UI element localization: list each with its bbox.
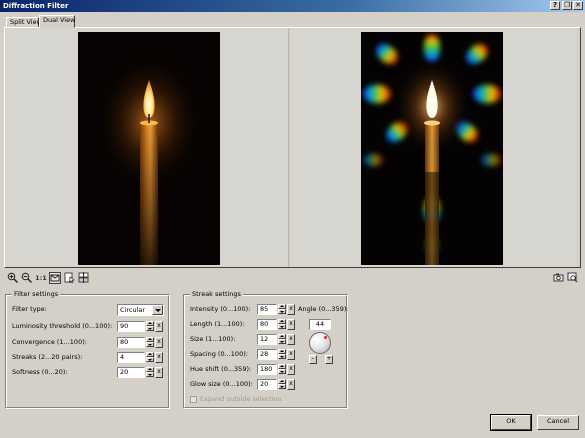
softness-input[interactable]: 20 bbox=[117, 367, 145, 378]
tab-dual-view[interactable]: Dual View bbox=[39, 15, 75, 28]
original-preview-pane[interactable] bbox=[6, 28, 289, 267]
compare-icon[interactable] bbox=[77, 272, 89, 284]
zoom-out-icon[interactable] bbox=[20, 272, 32, 284]
length-input[interactable]: 80 bbox=[257, 319, 277, 330]
title-bar: Diffraction Filter ? ❐ ✕ bbox=[0, 0, 585, 12]
spacing-spinner[interactable] bbox=[278, 349, 286, 360]
convergence-input[interactable]: 80 bbox=[117, 337, 145, 348]
cancel-button[interactable]: Cancel bbox=[537, 415, 579, 430]
pan-icon[interactable] bbox=[63, 272, 75, 284]
convergence-spinner[interactable] bbox=[146, 337, 154, 348]
result-preview-image bbox=[361, 32, 503, 265]
softness-clear-button[interactable]: x bbox=[155, 367, 163, 378]
softness-label: Softness (0...20): bbox=[12, 368, 68, 376]
close-button[interactable]: ✕ bbox=[573, 1, 583, 10]
original-preview-image bbox=[78, 32, 220, 265]
size-input[interactable]: 12 bbox=[257, 334, 277, 345]
streaks-label: Streaks (2...20 pairs): bbox=[12, 353, 83, 361]
streak-settings-title: Streak settings bbox=[190, 290, 243, 298]
streaks-spinner[interactable] bbox=[146, 352, 154, 363]
expand-outside-selection-checkbox[interactable] bbox=[190, 396, 197, 403]
hue-shift-clear-button[interactable]: x bbox=[287, 364, 295, 375]
size-clear-button[interactable]: x bbox=[287, 334, 295, 345]
zoom-preview-icon[interactable] bbox=[566, 272, 578, 284]
spacing-label: Spacing (0...100): bbox=[190, 350, 248, 358]
streak-settings-group: Streak settings Intensity (0...100): 85 … bbox=[183, 290, 349, 409]
luminosity-threshold-label: Luminosity threshold (0...100): bbox=[12, 322, 113, 330]
glow-size-spinner[interactable] bbox=[278, 379, 286, 390]
luminosity-threshold-clear-button[interactable]: x bbox=[155, 321, 163, 332]
convergence-clear-button[interactable]: x bbox=[155, 337, 163, 348]
window-title: Diffraction Filter bbox=[3, 2, 69, 10]
angle-input[interactable]: 44 bbox=[309, 319, 331, 330]
fit-window-icon[interactable] bbox=[49, 272, 61, 284]
hue-shift-input[interactable]: 180 bbox=[257, 364, 277, 375]
filter-type-label: Filter type: bbox=[12, 305, 47, 313]
length-spinner[interactable] bbox=[278, 319, 286, 330]
length-clear-button[interactable]: x bbox=[287, 319, 295, 330]
camera-icon[interactable] bbox=[552, 272, 564, 284]
glow-size-clear-button[interactable]: x bbox=[287, 379, 295, 390]
intensity-clear-button[interactable]: x bbox=[287, 304, 295, 315]
hue-shift-label: Hue shift (0...359): bbox=[190, 365, 252, 373]
angle-dial-marker bbox=[324, 336, 327, 339]
intensity-label: Intensity (0...100): bbox=[190, 305, 251, 313]
softness-spinner[interactable] bbox=[146, 367, 154, 378]
streaks-input[interactable]: 4 bbox=[117, 352, 145, 363]
filter-settings-group: Filter settings Filter type: Circular Lu… bbox=[5, 290, 170, 409]
zoom-in-icon[interactable] bbox=[6, 272, 18, 284]
angle-increase-button[interactable]: + bbox=[325, 355, 333, 364]
result-preview-pane[interactable] bbox=[291, 28, 577, 267]
streaks-clear-button[interactable]: x bbox=[155, 352, 163, 363]
restore-button[interactable]: ❐ bbox=[562, 1, 572, 10]
glow-size-input[interactable]: 20 bbox=[257, 379, 277, 390]
angle-decrease-button[interactable]: - bbox=[309, 355, 317, 364]
actual-size-button[interactable]: 1:1 bbox=[34, 272, 48, 284]
spacing-input[interactable]: 28 bbox=[257, 349, 277, 360]
help-button[interactable]: ? bbox=[550, 1, 560, 10]
intensity-input[interactable]: 85 bbox=[257, 304, 277, 315]
size-spinner[interactable] bbox=[278, 334, 286, 345]
ok-button[interactable]: OK bbox=[490, 414, 532, 431]
filter-type-value: Circular bbox=[120, 306, 146, 314]
luminosity-threshold-input[interactable]: 90 bbox=[117, 321, 145, 332]
glow-size-label: Glow size (0...100): bbox=[190, 380, 253, 388]
angle-label: Angle (0...359): bbox=[298, 305, 349, 313]
size-label: Size (1...100): bbox=[190, 335, 236, 343]
spacing-clear-button[interactable]: x bbox=[287, 349, 295, 360]
luminosity-threshold-spinner[interactable] bbox=[146, 321, 154, 332]
convergence-label: Convergence (1...100): bbox=[12, 338, 87, 346]
expand-outside-selection-label: Expand outside selection bbox=[200, 395, 282, 403]
filter-settings-title: Filter settings bbox=[12, 290, 61, 298]
filter-type-select[interactable]: Circular bbox=[117, 304, 164, 316]
angle-dial[interactable] bbox=[309, 332, 331, 354]
hue-shift-spinner[interactable] bbox=[278, 364, 286, 375]
chevron-down-icon[interactable] bbox=[152, 305, 163, 315]
length-label: Length (1...100): bbox=[190, 320, 245, 328]
intensity-spinner[interactable] bbox=[278, 304, 286, 315]
